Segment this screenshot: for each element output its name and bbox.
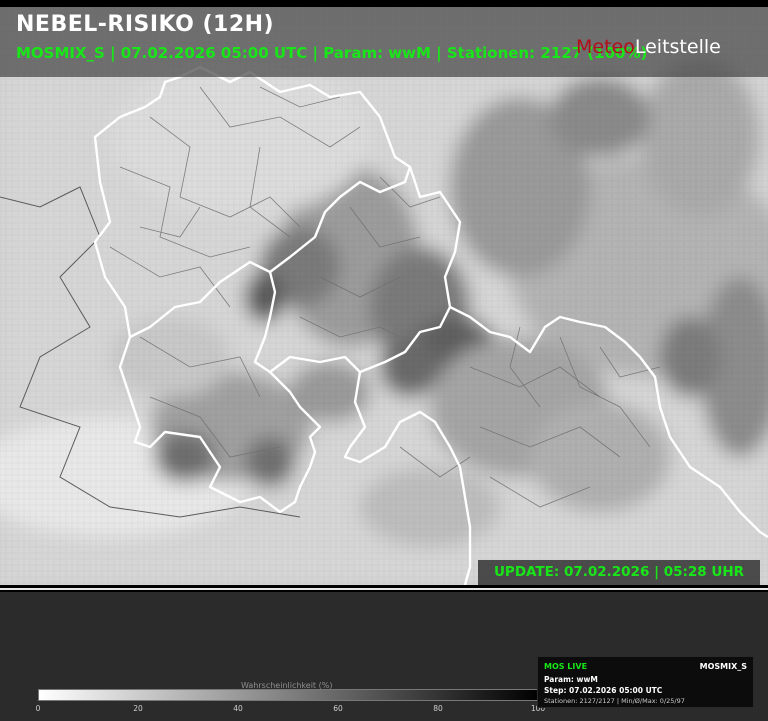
update-timestamp: UPDATE: 07.02.2026 | 05:28 UHR xyxy=(478,560,760,585)
map-title: NEBEL-RISIKO (12H) xyxy=(16,12,275,37)
map-subtitle: MOSMIX_S | 07.02.2026 05:00 UTC | Param:… xyxy=(16,44,648,62)
legend-tick: 60 xyxy=(333,704,343,713)
info-box: MOS LIVE MOSMIX_S Param: wwM Step: 07.02… xyxy=(537,656,754,708)
legend-colorbar xyxy=(38,689,540,701)
legend-tick: 20 xyxy=(133,704,143,713)
fog-probability-map[interactable] xyxy=(0,7,768,585)
stats-label: Stationen: 2127/2127 | Min/Ø/Max: 0/25/9… xyxy=(544,697,685,705)
legend-tick: 0 xyxy=(35,704,41,713)
brand-logo-part2: Leitstelle xyxy=(634,36,721,58)
brand-logo: MeteoLeitstelle xyxy=(576,36,721,58)
divider xyxy=(0,588,768,590)
map-canvas xyxy=(0,7,768,585)
step-label: Step: 07.02.2026 05:00 UTC xyxy=(544,686,663,695)
legend-tick: 40 xyxy=(233,704,243,713)
model-label: MOSMIX_S xyxy=(699,662,747,671)
legend-tick: 80 xyxy=(433,704,443,713)
brand-logo-part1: Meteo xyxy=(576,36,635,58)
live-label: MOS LIVE xyxy=(544,662,588,671)
param-label: Param: wwM xyxy=(544,675,598,684)
